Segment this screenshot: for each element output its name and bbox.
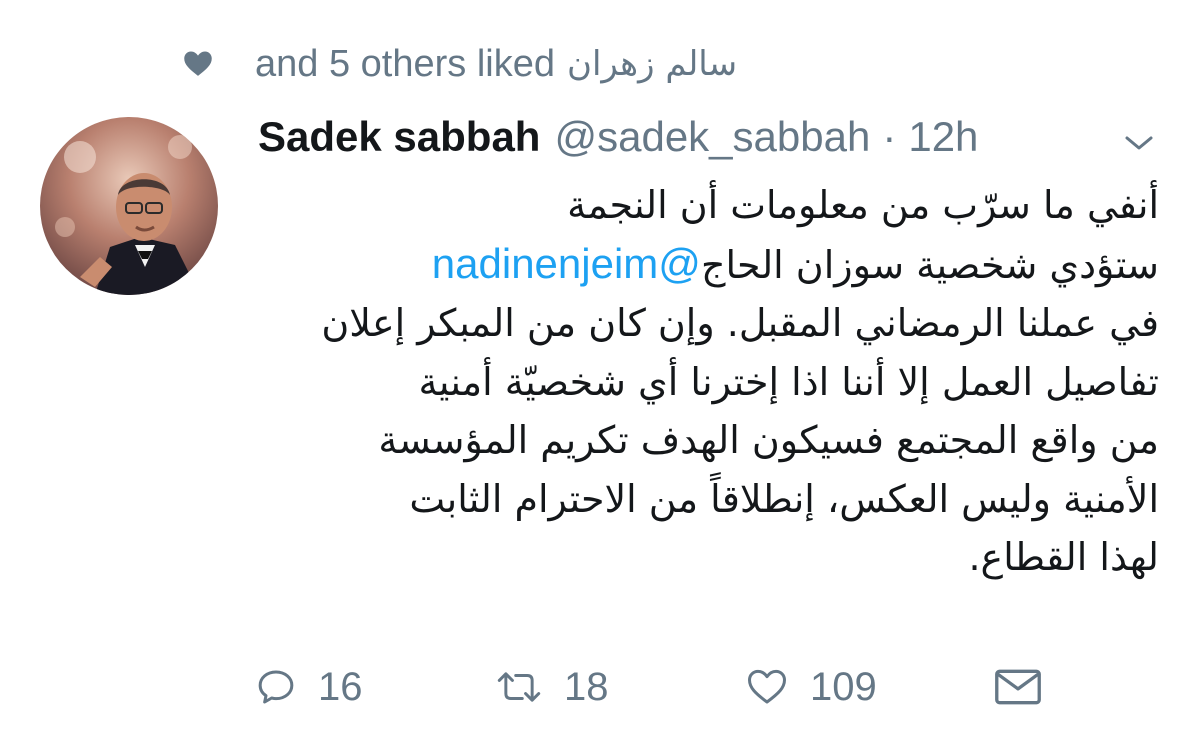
liked-text: and 5 others liked [255,42,555,85]
tweet-line-3: في عملنا الرمضاني المقبل. وإن كان من الم… [321,301,1159,345]
reply-icon [258,670,294,704]
retweet-button[interactable]: 18 [496,655,609,719]
envelope-icon [995,669,1041,705]
tweet[interactable]: and 5 others liked سالم زهران Sadek sabb… [0,0,1200,740]
social-context: and 5 others liked سالم زهران [183,38,737,90]
chevron-down-icon[interactable] [1123,133,1155,153]
user-handle[interactable]: @sadek_sabbah [554,113,870,161]
reply-button[interactable]: 16 [256,655,363,719]
tweet-line-6: الأمنية وليس العكس، إنطلاقاً من الاحترام… [409,476,1159,521]
retweet-icon [497,672,541,702]
heart-outline-icon [748,669,786,704]
retweet-count: 18 [564,664,609,709]
tweet-actions: 16 18 109 [256,655,1156,719]
reply-count: 16 [318,664,363,709]
tweet-text: أنفي ما سرّب من معلومات أن النجمة ستؤدي … [254,176,1159,587]
separator-dot: · [882,113,897,160]
tweet-line-7: لهذا القطاع. [968,535,1159,579]
like-button[interactable]: 109 [746,655,877,719]
direct-message-button[interactable] [994,655,1042,719]
mention-link[interactable]: @nadinenjeim [432,240,701,287]
display-name[interactable]: Sadek sabbah [258,113,540,161]
liker-name-link[interactable]: سالم زهران [567,44,737,84]
tweet-header: Sadek sabbah @sadek_sabbah · 12h [258,106,978,168]
tweet-line-5: من واقع المجتمع فسيكون الهدف تكريم المؤس… [378,418,1159,462]
tweet-line-2: ستؤدي شخصية سوزان الحاج@nadinenjeim [254,235,1159,295]
timestamp[interactable]: 12h [908,113,978,161]
tweet-line-4: تفاصيل العمل إلا أننا اذا إخترنا أي شخصي… [418,359,1160,404]
avatar[interactable] [40,117,218,295]
tweet-line-1: أنفي ما سرّب من معلومات أن النجمة [567,183,1159,227]
tweet-line-2-text: ستؤدي شخصية سوزان الحاج [700,242,1159,287]
like-count: 109 [810,664,877,709]
heart-icon [184,51,212,76]
